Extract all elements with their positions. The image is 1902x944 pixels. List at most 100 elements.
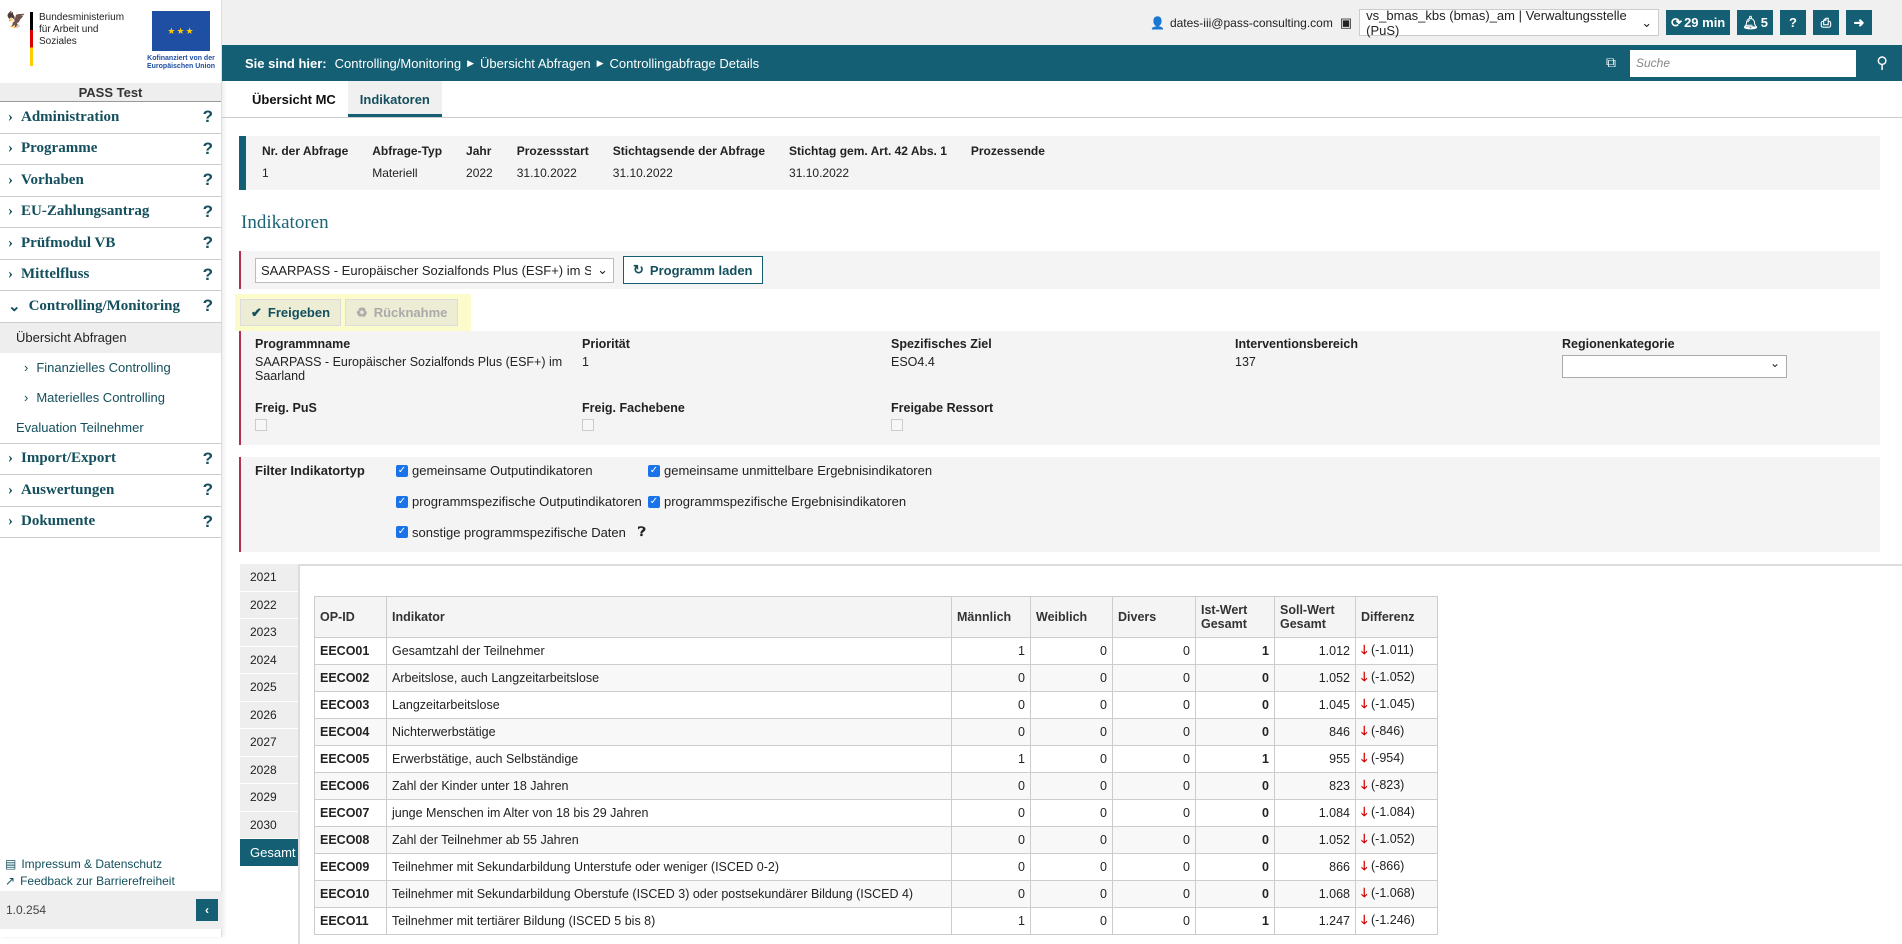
difference-cell: 🡓 (-1.011) xyxy=(1355,637,1438,665)
chevron-down-icon: ⌄ xyxy=(597,262,608,277)
info-column: Jahr 2022 xyxy=(466,144,493,190)
sidebar-item-label: Prüfmodul VB xyxy=(21,234,116,251)
value-cell: 1 xyxy=(951,637,1031,665)
year-tab[interactable]: 2026 xyxy=(240,701,298,729)
year-tab[interactable]: 2030 xyxy=(240,811,298,839)
indicator-name: Teilnehmer mit Sekundarbildung Unterstuf… xyxy=(386,853,952,881)
value-cell: 1.052 xyxy=(1274,664,1356,692)
help-icon[interactable]: ? xyxy=(203,170,213,190)
checkbox-checked-icon[interactable]: ✓ xyxy=(396,464,408,477)
sidebar-item[interactable]: › Auswertungen? xyxy=(0,475,221,507)
year-tab[interactable]: 2022 xyxy=(240,591,298,619)
info-label: Prozessstart xyxy=(516,144,589,158)
checkbox-checked-icon[interactable]: ✓ xyxy=(648,464,660,477)
region-select[interactable]: ⌄ xyxy=(1562,355,1787,378)
year-tab[interactable]: 2024 xyxy=(240,646,298,674)
sitemap-icon[interactable]: ⧉ xyxy=(1606,54,1616,71)
filter-option[interactable]: ✓ programmspezifische Ergebnisindikatoren xyxy=(648,494,906,509)
impressum-link[interactable]: ▤ Impressum & Datenschutz xyxy=(0,855,222,872)
year-tab[interactable]: 2029 xyxy=(240,784,298,812)
tab-indikatoren[interactable]: Indikatoren xyxy=(347,81,442,117)
help-icon[interactable]: ? xyxy=(203,296,213,316)
year-tab[interactable]: 2023 xyxy=(240,619,298,647)
logo-area: 🦅 Bundesministerium für Arbeit und Sozial… xyxy=(0,0,221,80)
help-icon[interactable]: ? xyxy=(203,202,213,222)
indicator-name: Teilnehmer mit Sekundarbildung Oberstufe… xyxy=(386,880,952,908)
checkbox-checked-icon[interactable]: ✓ xyxy=(396,495,408,508)
table-row: EECO06 Zahl der Kinder unter 18 Jahren 0 0 0… xyxy=(314,772,1438,800)
help-icon[interactable]: ? xyxy=(203,449,213,469)
value-cell: 0 xyxy=(951,772,1031,800)
op-id: EECO06 xyxy=(314,772,387,800)
value-cell: 823 xyxy=(1274,772,1356,800)
difference-cell: 🡓 (-954) xyxy=(1355,745,1438,773)
sidebar-item[interactable]: › Administration? xyxy=(0,102,221,134)
checkbox-checked-icon[interactable]: ✓ xyxy=(396,526,408,538)
load-program-button[interactable]: ↻ Programm laden xyxy=(623,256,763,284)
impressum-label: Impressum & Datenschutz xyxy=(21,856,163,871)
filter-option[interactable]: ✓ sonstige programmspezifische Daten ❓︎ xyxy=(396,524,646,540)
freig-ressort-checkbox xyxy=(891,419,903,431)
user-email: dates-iii@pass-consulting.com xyxy=(1169,15,1333,30)
op-id: EECO01 xyxy=(314,637,387,665)
tab-uebersicht-mc[interactable]: Übersicht MC xyxy=(240,81,348,117)
filter-option[interactable]: ✓ gemeinsame Outputindikatoren xyxy=(396,463,593,478)
help-icon[interactable]: ? xyxy=(203,107,213,127)
arrow-down-icon: 🡓 xyxy=(1361,831,1368,846)
collapse-sidebar-button[interactable]: ‹ xyxy=(196,899,218,921)
info-value: 1 xyxy=(262,166,269,180)
value-cell: 0 xyxy=(1112,826,1196,854)
search-input[interactable]: Suche xyxy=(1630,50,1856,77)
year-tab[interactable]: 2021 xyxy=(240,564,298,592)
help-icon[interactable]: ? xyxy=(203,265,213,285)
help-icon[interactable]: ? xyxy=(203,512,213,532)
sidebar-item-label: Dokumente xyxy=(21,513,96,530)
notifications-button[interactable]: 🔔︎ 5 xyxy=(1737,10,1773,35)
sidebar-item[interactable]: › Prüfmodul VB? xyxy=(0,228,221,260)
year-tab[interactable]: 2025 xyxy=(240,674,298,702)
logout-button[interactable]: ➜ xyxy=(1846,10,1872,35)
bell-icon: 🔔︎ xyxy=(1742,14,1759,30)
search-icon[interactable]: ⚲ xyxy=(1876,53,1888,73)
sidebar-item[interactable]: › EU-Zahlungsantrag? xyxy=(0,197,221,228)
sidebar-item[interactable]: › Import/Export? xyxy=(0,444,221,475)
sidebar-item[interactable]: ⌄ Controlling/Monitoring? xyxy=(0,291,221,323)
chevron-right-icon: › xyxy=(24,390,29,405)
breadcrumb-item[interactable]: Controlling/Monitoring xyxy=(335,56,461,71)
help-button[interactable]: ? xyxy=(1780,10,1806,35)
program-details: Programmname SAARPASS - Europäischer Sozi… xyxy=(239,331,1880,445)
bereich-value: 137 xyxy=(1235,355,1256,369)
sidebar-item[interactable]: › Programme? xyxy=(0,134,221,165)
help-icon[interactable]: ? xyxy=(203,139,213,159)
help-icon[interactable]: ? xyxy=(203,233,213,253)
difference-cell: 🡓 (-1.045) xyxy=(1355,691,1438,719)
sidebar-item[interactable]: › Dokumente? xyxy=(0,507,221,538)
feedback-link[interactable]: ↗ Feedback zur Barrierefreiheit xyxy=(0,872,222,889)
arrow-down-icon: 🡓 xyxy=(1361,804,1368,819)
sidebar-subitem[interactable]: Übersicht Abfragen xyxy=(0,322,221,353)
sidebar-subitem[interactable]: › Materielles Controlling xyxy=(0,383,221,413)
arrow-down-icon: 🡓 xyxy=(1361,642,1368,657)
sidebar-subitem[interactable]: › Finanzielles Controlling xyxy=(0,353,221,383)
sidebar-item[interactable]: › Mittelfluss? xyxy=(0,260,221,291)
help-icon[interactable]: ? xyxy=(203,480,213,500)
filter-option[interactable]: ✓ gemeinsame unmittelbare Ergebnisindikat… xyxy=(648,463,932,478)
help-circle-icon[interactable]: ❓︎ xyxy=(638,524,646,540)
filter-option[interactable]: ✓ programmspezifische Outputindikatoren xyxy=(396,494,642,509)
table-row: EECO01 Gesamtzahl der Teilnehmer 1 0 0 1 1.012… xyxy=(314,637,1438,665)
breadcrumb-item[interactable]: Übersicht Abfragen xyxy=(480,56,591,71)
program-select[interactable]: SAARPASS - Europäischer Sozialfonds Plus… xyxy=(255,257,614,283)
print-button[interactable]: ⎙ xyxy=(1813,10,1839,35)
year-tab[interactable]: 2027 xyxy=(240,729,298,757)
info-column: Stichtagsende der Abfrage 31.10.2022 xyxy=(613,144,765,190)
session-refresh-button[interactable]: ⟳ 29 min xyxy=(1666,10,1731,35)
info-label: Prozessende xyxy=(970,144,1045,158)
release-button[interactable]: ✔ Freigeben xyxy=(240,299,342,326)
role-select[interactable]: vs_bmas_kbs (bmas)_am | Verwaltungsstell… xyxy=(1359,8,1660,38)
sidebar-item[interactable]: › Vorhaben? xyxy=(0,165,221,197)
year-tab[interactable]: Gesamt xyxy=(240,839,298,867)
table-row: EECO07 junge Menschen im Alter von 18 bis… xyxy=(314,799,1438,827)
year-tab[interactable]: 2028 xyxy=(240,756,298,784)
sidebar-subitem[interactable]: Evaluation Teilnehmer xyxy=(0,413,221,443)
checkbox-checked-icon[interactable]: ✓ xyxy=(648,495,660,508)
